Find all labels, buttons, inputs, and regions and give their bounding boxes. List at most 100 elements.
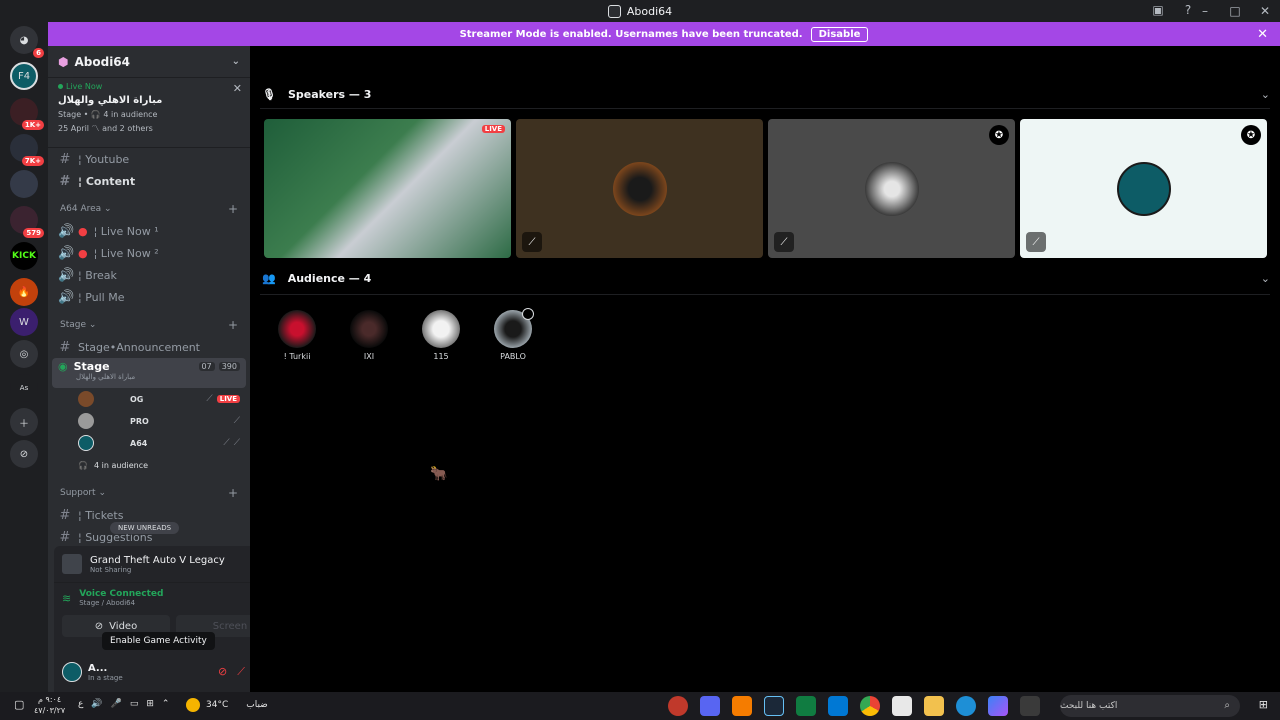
voice-channel-live-now-1[interactable]: 🔊 ● ¦ Live Now ¹ (48, 220, 250, 242)
server-a64[interactable]: F4 (10, 62, 38, 90)
server-folder-4[interactable]: 579 (10, 206, 44, 238)
audience-member[interactable]: ! Turkii (267, 310, 327, 361)
live-badge: LIVE (216, 395, 240, 403)
steam-icon[interactable] (764, 696, 784, 716)
maximize-icon[interactable]: □ (1220, 4, 1250, 18)
speaker-tile-live-stream[interactable]: LIVE (264, 119, 511, 258)
chrome-icon[interactable] (860, 696, 880, 716)
mic-off-icon[interactable]: ⟋ (237, 665, 245, 679)
red-dot-icon: ● (78, 224, 88, 238)
stage-channel-active[interactable]: ◉ Stage مباراة الاهلي والهلال 07 390 (52, 358, 246, 388)
app-icon[interactable] (732, 696, 752, 716)
windows-start-icon[interactable]: ⊞ (1259, 698, 1268, 711)
server-folder-1[interactable]: 1K+ (10, 98, 44, 130)
weather-widget[interactable]: 34°C ضباب (186, 698, 268, 712)
game-activity-panel: Grand Theft Auto V Legacy Not Sharing ▭ (54, 546, 250, 582)
notification-icon[interactable]: ▢ (14, 698, 24, 711)
channel-content[interactable]: # ¦ Content (48, 170, 250, 192)
server-folder-2[interactable]: 7K+ (10, 134, 44, 166)
speaker-tile[interactable]: ⟋ (516, 119, 763, 258)
close-banner-icon[interactable]: ✕ (1257, 27, 1268, 42)
category-support[interactable]: Support ⌄ + (48, 482, 250, 504)
discord-taskbar-icon[interactable] (700, 696, 720, 716)
folder-icon[interactable] (924, 696, 944, 716)
audience-name: IXI (363, 352, 375, 361)
channel-label: ¦ Youtube (78, 152, 130, 166)
speaker-tile[interactable]: ✪ ⟋ (768, 119, 1015, 258)
app-icon[interactable] (668, 696, 688, 716)
minimize-icon[interactable]: – (1190, 4, 1220, 18)
add-server-button[interactable]: ＋ (10, 408, 38, 436)
new-unreads-pill[interactable]: NEW UNREADS (110, 522, 180, 534)
speaker-avatar (1116, 161, 1171, 216)
speaker-tile[interactable]: ✪ ⟋ (1020, 119, 1267, 258)
audience-member[interactable]: PABLO (483, 308, 543, 361)
discover-button[interactable]: ⊘ (10, 440, 38, 468)
audience-collapse-icon[interactable]: ⌄ (1261, 272, 1270, 285)
voice-location[interactable]: Stage / Abodi64 (79, 599, 163, 607)
channel-youtube[interactable]: # ¦ Youtube (48, 148, 250, 170)
title-bar: Abodi64 ▣ ? – □ ✕ (0, 0, 1280, 22)
server-folder-as[interactable]: As (10, 374, 38, 402)
fire-icon: 🔥 (17, 286, 31, 298)
close-event-icon[interactable]: ✕ (233, 82, 242, 95)
disable-button[interactable]: Disable (810, 26, 869, 42)
outlook-icon[interactable] (828, 696, 848, 716)
server-ring[interactable]: ◎ (10, 340, 38, 368)
app-icon[interactable] (796, 696, 816, 716)
edge-icon[interactable] (956, 696, 976, 716)
clock[interactable]: ٩:٠٤ م ٤٧/٠٣/٢٧ (34, 694, 65, 716)
task-view-icon[interactable] (1020, 696, 1040, 716)
member-tag: PRO (130, 416, 149, 426)
volume-icon[interactable]: 🔊 (91, 699, 102, 709)
audience-icon: 👥 (262, 272, 276, 285)
discord-logo-icon: ◕ (19, 34, 29, 46)
voice-channel-pull-me[interactable]: 🔊 ¦ Pull Me (48, 286, 250, 308)
folder-1-badge: 1K+ (21, 120, 44, 130)
avatar (78, 391, 94, 407)
server-fire[interactable]: 🔥 (10, 278, 38, 306)
live-event-card[interactable]: Live Now مباراة الاهلي والهلال Stage • 🎧… (48, 78, 250, 148)
channel-label: ¦ Tickets (78, 508, 124, 522)
channel-stage-announcement[interactable]: # Stage•Announcement (48, 336, 250, 358)
server-header[interactable]: ⬢ Abodi64 ⌄ (48, 46, 250, 78)
add-channel-icon[interactable]: + (228, 202, 238, 216)
user-avatar[interactable] (62, 662, 82, 682)
stage-member[interactable]: OG ⟋ LIVE (48, 388, 250, 410)
copilot-icon[interactable] (988, 696, 1008, 716)
tray-app-icon[interactable]: ⊞ (146, 699, 154, 709)
audience-count-row[interactable]: 🎧 4 in audience (48, 454, 250, 476)
weather-temp: 34°C (206, 700, 229, 710)
store-icon[interactable] (892, 696, 912, 716)
speakers-header[interactable]: 🎙 Speakers — 3 (262, 88, 371, 101)
server-w[interactable]: W (10, 308, 38, 336)
deafen-icon: ⟋ (233, 438, 240, 448)
game-activity-off-icon[interactable]: ⊘ (218, 665, 227, 679)
voice-channel-live-now-2[interactable]: 🔊 ● ¦ Live Now ² (48, 242, 250, 264)
taskbar-search[interactable]: اكتب هنا للبحث (1060, 695, 1240, 717)
category-stage[interactable]: Stage ⌄ + (48, 314, 250, 336)
audience-member[interactable]: 115 (411, 310, 471, 361)
category-label: Support (60, 488, 96, 498)
speakers-collapse-icon[interactable]: ⌄ (1261, 88, 1270, 101)
mic-muted-icon: ⟋ (206, 394, 213, 404)
language-icon[interactable]: ع (78, 699, 83, 709)
stage-member[interactable]: A64 ⟋ ⟋ (48, 432, 250, 454)
server-folder-3[interactable] (10, 170, 38, 198)
close-window-icon[interactable]: ✕ (1250, 4, 1280, 18)
category-a64-area[interactable]: A64 Area ⌄ + (48, 198, 250, 220)
add-channel-icon[interactable]: + (228, 486, 238, 500)
discord-home-button[interactable]: ◕ 6 (10, 26, 44, 58)
chevron-up-icon[interactable]: ⌃ (162, 699, 170, 709)
audience-header[interactable]: 👥 Audience — 4 (262, 272, 371, 285)
stage-member[interactable]: PRO ⟋ (48, 410, 250, 432)
voice-channel-break[interactable]: 🔊 ¦ Break (48, 264, 250, 286)
a64-logo-icon: F4 (17, 70, 31, 82)
add-channel-icon[interactable]: + (228, 318, 238, 332)
inbox-icon[interactable]: ▣ (1150, 2, 1166, 18)
server-kick[interactable]: KICK (10, 242, 38, 270)
mic-icon[interactable]: 🎤 (111, 699, 122, 709)
audience-member[interactable]: IXI (339, 310, 399, 361)
network-icon[interactable]: ▭ (130, 699, 139, 709)
clock-time: ٩:٠٤ م (38, 695, 62, 704)
